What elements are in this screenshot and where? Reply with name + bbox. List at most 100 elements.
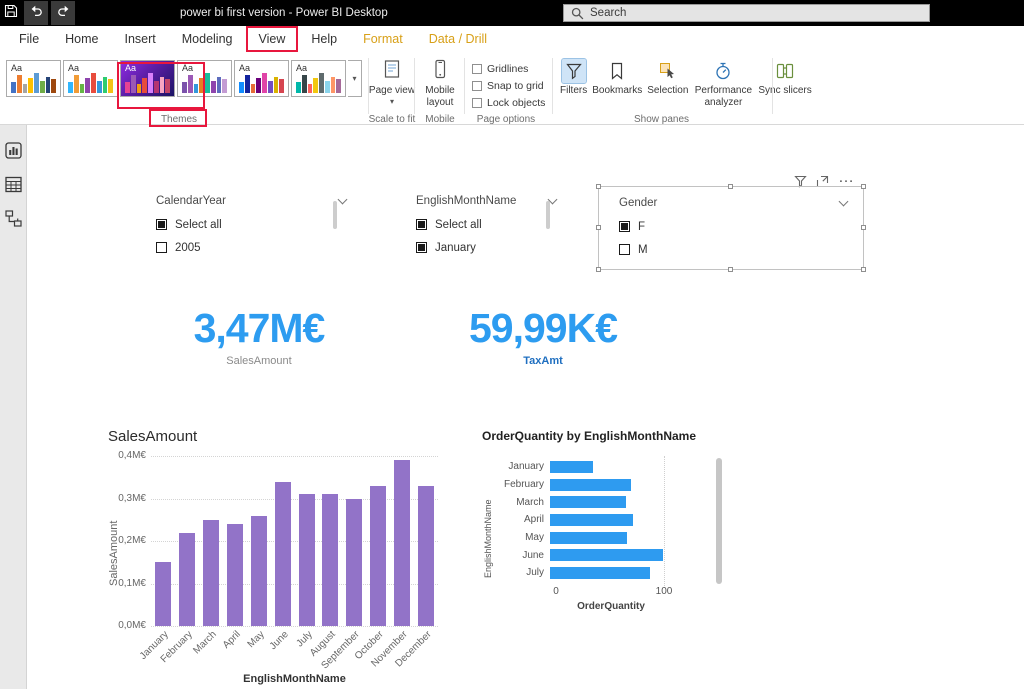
column-september[interactable] bbox=[346, 499, 362, 627]
checkbox-icon[interactable] bbox=[619, 244, 630, 255]
checkbox-icon[interactable] bbox=[472, 64, 482, 74]
slicer-englishmonthname[interactable]: EnglishMonthNameSelect allJanuary bbox=[416, 191, 556, 259]
sidebar-data-view-button[interactable] bbox=[2, 173, 24, 195]
ribbon-tab-file[interactable]: File bbox=[6, 26, 52, 52]
bar-july[interactable] bbox=[550, 567, 650, 579]
column-january[interactable] bbox=[155, 562, 171, 626]
slicer-item-select-all[interactable]: Select all bbox=[156, 213, 346, 236]
slicer-item-m[interactable]: M bbox=[619, 238, 847, 261]
ribbon-tab-modeling[interactable]: Modeling bbox=[169, 26, 246, 52]
card-salesamount[interactable]: 3,47M€ SalesAmount bbox=[153, 305, 365, 367]
checkbox-icon[interactable] bbox=[156, 219, 167, 230]
y-tick-label: June bbox=[491, 550, 550, 561]
x-axis-title: OrderQuantity bbox=[556, 601, 666, 612]
performance-analyzer-button[interactable]: Performance analyzer bbox=[693, 59, 753, 108]
column-july[interactable] bbox=[299, 494, 315, 626]
slicer-item-label: Select all bbox=[175, 219, 222, 231]
orderquantity-bar-chart[interactable]: OrderQuantity by EnglishMonthName Englis… bbox=[479, 426, 734, 621]
resize-handle[interactable] bbox=[728, 267, 733, 272]
ribbon-tab-view[interactable]: View bbox=[246, 26, 299, 52]
bar-row: May bbox=[491, 529, 663, 547]
search-input[interactable]: Search bbox=[563, 4, 930, 22]
column-june[interactable] bbox=[275, 482, 291, 627]
slicer-item-2005[interactable]: 2005 bbox=[156, 236, 346, 259]
theme-5[interactable]: Aa bbox=[234, 60, 289, 97]
theme-6[interactable]: Aa bbox=[291, 60, 346, 97]
bookmark-icon bbox=[605, 59, 629, 83]
checkbox-icon[interactable] bbox=[416, 242, 427, 253]
resize-handle[interactable] bbox=[596, 184, 601, 189]
chart-title: SalesAmount bbox=[108, 428, 197, 445]
checkbox-icon[interactable] bbox=[472, 81, 482, 91]
ribbon-tab-format[interactable]: Format bbox=[350, 26, 416, 52]
column-march[interactable] bbox=[203, 520, 219, 626]
salesamount-column-chart[interactable]: SalesAmount SalesAmount 0,0M€0,1M€0,2M€0… bbox=[106, 426, 452, 689]
theme-4[interactable]: Aa bbox=[177, 60, 232, 97]
slicer-scrollbar[interactable] bbox=[333, 201, 337, 229]
sidebar-report-view-button[interactable] bbox=[2, 139, 24, 161]
sync-slicers-button[interactable]: Sync slicers bbox=[758, 59, 811, 97]
slicer-scrollbar[interactable] bbox=[546, 201, 550, 229]
theme-mini-chart bbox=[68, 73, 113, 93]
redo-button[interactable] bbox=[51, 1, 75, 25]
ribbon-tab-data-drill[interactable]: Data / Drill bbox=[416, 26, 500, 52]
card-taxamt[interactable]: 59,99K€ TaxAmt bbox=[437, 305, 649, 367]
lock-objects-checkbox[interactable]: Lock objects bbox=[472, 94, 545, 111]
column-october[interactable] bbox=[370, 486, 386, 626]
chevron-down-icon[interactable] bbox=[839, 196, 849, 206]
bar-may[interactable] bbox=[550, 532, 627, 544]
slicer-item-label: January bbox=[435, 242, 476, 254]
report-canvas[interactable]: … CalendarYearSelect all2005 EnglishMont… bbox=[27, 125, 1024, 689]
checkbox-icon[interactable] bbox=[416, 219, 427, 230]
snap-to-grid-checkbox[interactable]: Snap to grid bbox=[472, 77, 545, 94]
resize-handle[interactable] bbox=[861, 267, 866, 272]
checkbox-icon[interactable] bbox=[472, 98, 482, 108]
column-november[interactable] bbox=[394, 460, 410, 626]
theme-sample-text: Aa bbox=[11, 63, 22, 73]
slicer-gender[interactable]: GenderFM bbox=[619, 193, 847, 261]
chevron-down-icon[interactable] bbox=[338, 194, 348, 204]
theme-1[interactable]: Aa bbox=[6, 60, 61, 97]
bar-january[interactable] bbox=[550, 461, 593, 473]
mobile-layout-button[interactable]: Mobile layout bbox=[416, 59, 464, 109]
page-view-label: Page view bbox=[369, 85, 415, 97]
checkbox-icon[interactable] bbox=[156, 242, 167, 253]
slicer-calendaryear[interactable]: CalendarYearSelect all2005 bbox=[156, 191, 346, 259]
ribbon-tab-help[interactable]: Help bbox=[298, 26, 350, 52]
column-august[interactable] bbox=[322, 494, 338, 626]
bar-march[interactable] bbox=[550, 496, 626, 508]
page-view-button[interactable]: Page view ▾ bbox=[368, 59, 416, 107]
column-april[interactable] bbox=[227, 524, 243, 626]
resize-handle[interactable] bbox=[728, 184, 733, 189]
gridlines-checkbox[interactable]: Gridlines bbox=[472, 60, 545, 77]
slicer-item-january[interactable]: January bbox=[416, 236, 556, 259]
resize-handle[interactable] bbox=[596, 267, 601, 272]
chart-scrollbar[interactable] bbox=[716, 458, 722, 584]
theme-3-selected[interactable]: Aa bbox=[120, 60, 175, 97]
y-tick-label: 0,1M€ bbox=[118, 578, 146, 589]
ribbon-tab-home[interactable]: Home bbox=[52, 26, 111, 52]
save-button[interactable] bbox=[0, 0, 22, 26]
undo-button[interactable] bbox=[24, 1, 48, 25]
filters-button[interactable]: Filters bbox=[560, 59, 587, 97]
slicer-item-f[interactable]: F bbox=[619, 215, 847, 238]
bar-june[interactable] bbox=[550, 549, 663, 561]
resize-handle[interactable] bbox=[596, 225, 601, 230]
search-placeholder: Search bbox=[590, 7, 626, 19]
sidebar-model-view-button[interactable] bbox=[2, 207, 24, 229]
bookmarks-button[interactable]: Bookmarks bbox=[592, 59, 642, 97]
column-december[interactable] bbox=[418, 486, 434, 626]
selection-button[interactable]: Selection bbox=[647, 59, 688, 97]
theme-gallery-expand-button[interactable]: ▾ bbox=[348, 60, 362, 97]
bar-february[interactable] bbox=[550, 479, 631, 491]
checkbox-icon[interactable] bbox=[619, 221, 630, 232]
resize-handle[interactable] bbox=[861, 184, 866, 189]
bar-april[interactable] bbox=[550, 514, 633, 526]
theme-2[interactable]: Aa bbox=[63, 60, 118, 97]
resize-handle[interactable] bbox=[861, 225, 866, 230]
more-options-icon[interactable]: … bbox=[838, 180, 854, 184]
column-may[interactable] bbox=[251, 516, 267, 627]
ribbon-tab-insert[interactable]: Insert bbox=[112, 26, 169, 52]
slicer-item-select-all[interactable]: Select all bbox=[416, 213, 556, 236]
column-february[interactable] bbox=[179, 533, 195, 627]
